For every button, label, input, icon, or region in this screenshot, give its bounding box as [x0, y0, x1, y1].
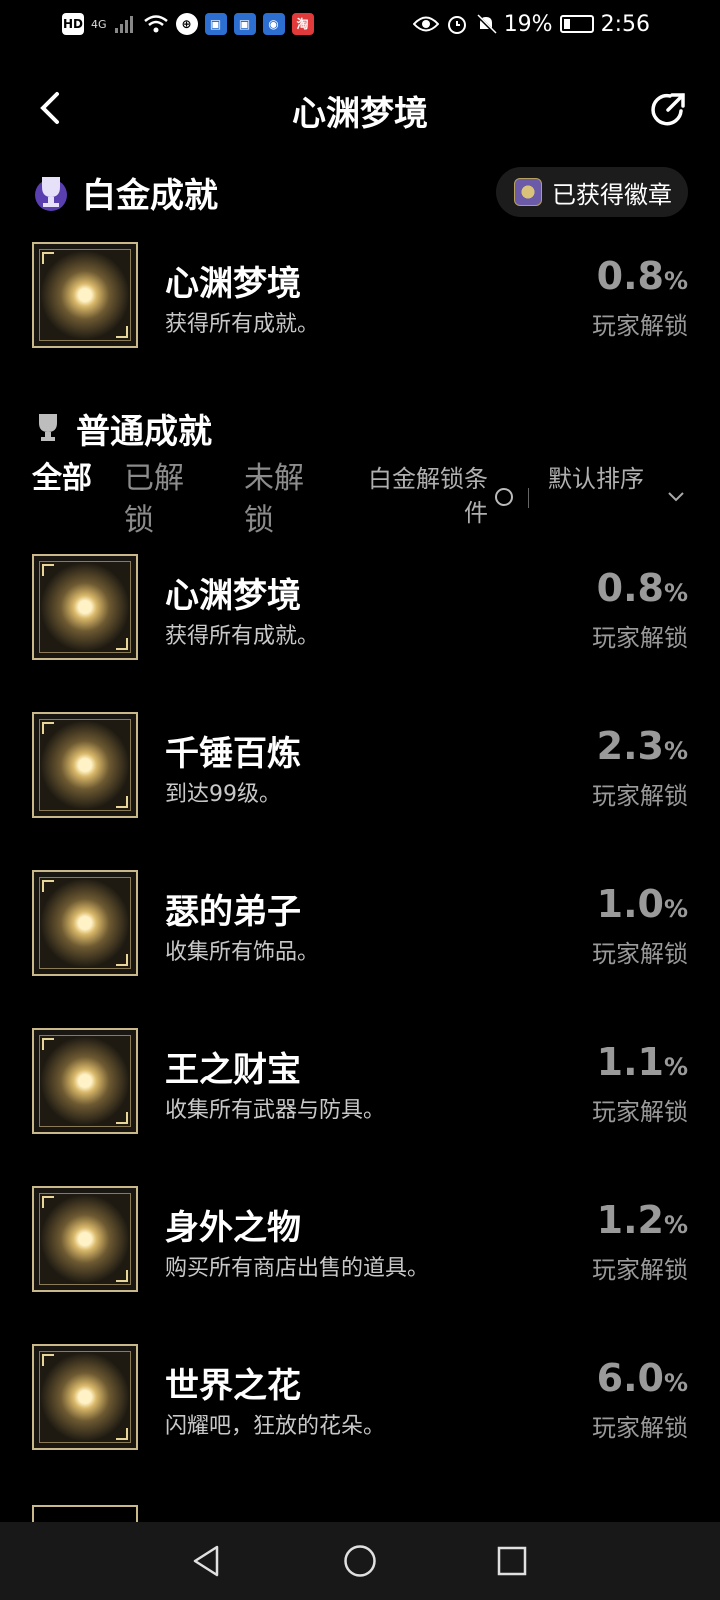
status-right: 19% 2:56: [412, 11, 650, 37]
triangle-back-icon: [193, 1545, 219, 1577]
app-chip-icon: ▣: [204, 13, 227, 35]
header: 心渊梦境: [0, 72, 720, 152]
achievement-desc: 获得所有成就。: [165, 624, 320, 649]
app-chip-icon: ⊕: [175, 13, 198, 35]
tab-all[interactable]: 全部: [32, 458, 96, 500]
achievement-unlock-label: 玩家解锁: [592, 940, 688, 968]
achievement-name: 王之财宝: [165, 1050, 301, 1090]
app-chip-icon: ◉: [262, 13, 285, 35]
clock: 2:56: [600, 11, 650, 37]
square-recents-icon: [497, 1546, 527, 1576]
achievement-name: 心渊梦境: [165, 576, 301, 616]
alarm-icon: [447, 16, 466, 34]
infinity-icon: [32, 712, 138, 818]
sort-dropdown[interactable]: 默认排序: [548, 462, 648, 496]
platinum-condition-toggle[interactable]: [495, 488, 513, 506]
signal-icon: [114, 16, 133, 33]
achievement-desc: 收集所有武器与防具。: [165, 1098, 386, 1123]
hd-indicator: HD: [62, 13, 84, 35]
nav-home-button[interactable]: [338, 1539, 382, 1583]
page-title: 心渊梦境: [292, 94, 428, 134]
taobao-icon: 淘: [291, 13, 314, 35]
flower-icon: [32, 1344, 138, 1450]
divider: [528, 488, 529, 508]
dream-crest-icon: [32, 554, 138, 660]
achievement-percent: 1.2%: [596, 1198, 688, 1242]
achievement-desc: 购买所有商店出售的道具。: [165, 1256, 430, 1281]
achievement-name: 千锤百炼: [165, 734, 301, 774]
achievement-unlock-label: 玩家解锁: [592, 1414, 688, 1442]
system-nav-bar: [0, 1522, 720, 1600]
list-item[interactable]: 世界之花 闪耀吧，狂放的花朵。 6.0% 玩家解锁: [32, 1344, 688, 1454]
achievement-unlock-label: 玩家解锁: [592, 782, 688, 810]
achievement-unlock-label: 玩家解锁: [592, 312, 688, 340]
list-item[interactable]: 瑟的弟子 收集所有饰品。 1.0% 玩家解锁: [32, 870, 688, 980]
achievement-name: 心渊梦境: [165, 264, 301, 304]
platinum-trophy-icon: [35, 177, 67, 211]
status-bar: HD 4G ⊕ ▣ ▣ ◉ 淘 19% 2:56: [0, 0, 720, 48]
mute-bell-icon: [475, 13, 497, 35]
share-button[interactable]: [646, 88, 690, 132]
list-item[interactable]: 心渊梦境 获得所有成就。 0.8% 玩家解锁: [32, 554, 688, 664]
battery-percent: 19%: [503, 11, 553, 37]
share-icon: [651, 93, 685, 126]
goods-icon: [32, 1186, 138, 1292]
achievement-percent: 2.3%: [596, 724, 688, 768]
app-chip-icon: ▣: [233, 13, 256, 35]
network-type: 4G: [91, 17, 107, 31]
platinum-condition-label: 白金解锁条件: [368, 465, 488, 527]
achievement-percent: 1.1%: [596, 1040, 688, 1084]
armor-icon: [32, 1028, 138, 1134]
filter-bar: 全部 已解锁 未解锁 白金解锁条件 默认排序: [32, 458, 688, 548]
dream-crest-icon: [32, 242, 138, 348]
earned-badge-label: 已获得徽章: [552, 180, 672, 209]
achievement-percent: 1.0%: [596, 882, 688, 926]
achievement-desc: 闪耀吧，狂放的花朵。: [165, 1414, 386, 1439]
tab-unlocked[interactable]: 已解锁: [124, 458, 188, 542]
nav-recents-button[interactable]: [490, 1539, 534, 1583]
normal-title: 普通成就: [76, 411, 212, 452]
list-item[interactable]: 身外之物 购买所有商店出售的道具。 1.2% 玩家解锁: [32, 1186, 688, 1296]
list-item[interactable]: 千锤百炼 到达99级。 2.3% 玩家解锁: [32, 712, 688, 822]
circle-home-icon: [344, 1545, 376, 1577]
achievement-desc: 收集所有饰品。: [165, 940, 320, 965]
chevron-down-icon[interactable]: [664, 484, 688, 508]
eye-icon: [412, 16, 439, 32]
achievement-percent: 6.0%: [596, 1356, 688, 1400]
achievement-name: 世界之花: [165, 1366, 301, 1406]
achievement-percent: 0.8%: [596, 254, 688, 298]
achievement-unlock-label: 玩家解锁: [592, 1256, 688, 1284]
achievement-name: 身外之物: [165, 1208, 301, 1248]
battery-icon: [559, 15, 594, 33]
normal-section-header: 普通成就: [32, 400, 688, 456]
platinum-title: 白金成就: [82, 175, 218, 216]
list-item[interactable]: 王之财宝 收集所有武器与防具。 1.1% 玩家解锁: [32, 1028, 688, 1138]
creature-icon: [32, 870, 138, 976]
nav-back-button[interactable]: [184, 1539, 228, 1583]
achievement-unlock-label: 玩家解锁: [592, 1098, 688, 1126]
achievement-name: 瑟的弟子: [165, 892, 301, 932]
wifi-icon: [143, 15, 168, 33]
platinum-section-header: 白金成就 已获得徽章: [32, 164, 688, 220]
status-left: HD 4G ⊕ ▣ ▣ ◉ 淘: [62, 13, 314, 35]
achievement-unlock-label: 玩家解锁: [592, 624, 688, 652]
platinum-achievement[interactable]: 心渊梦境 获得所有成就。 0.8% 玩家解锁: [32, 242, 688, 352]
earned-badge-button[interactable]: 已获得徽章: [496, 167, 688, 217]
achievement-desc: 获得所有成就。: [165, 312, 320, 337]
trophy-icon: [39, 414, 57, 441]
badge-icon: [514, 178, 542, 206]
achievement-percent: 0.8%: [596, 566, 688, 610]
tab-locked[interactable]: 未解锁: [244, 458, 308, 542]
achievement-desc: 到达99级。: [165, 782, 281, 807]
